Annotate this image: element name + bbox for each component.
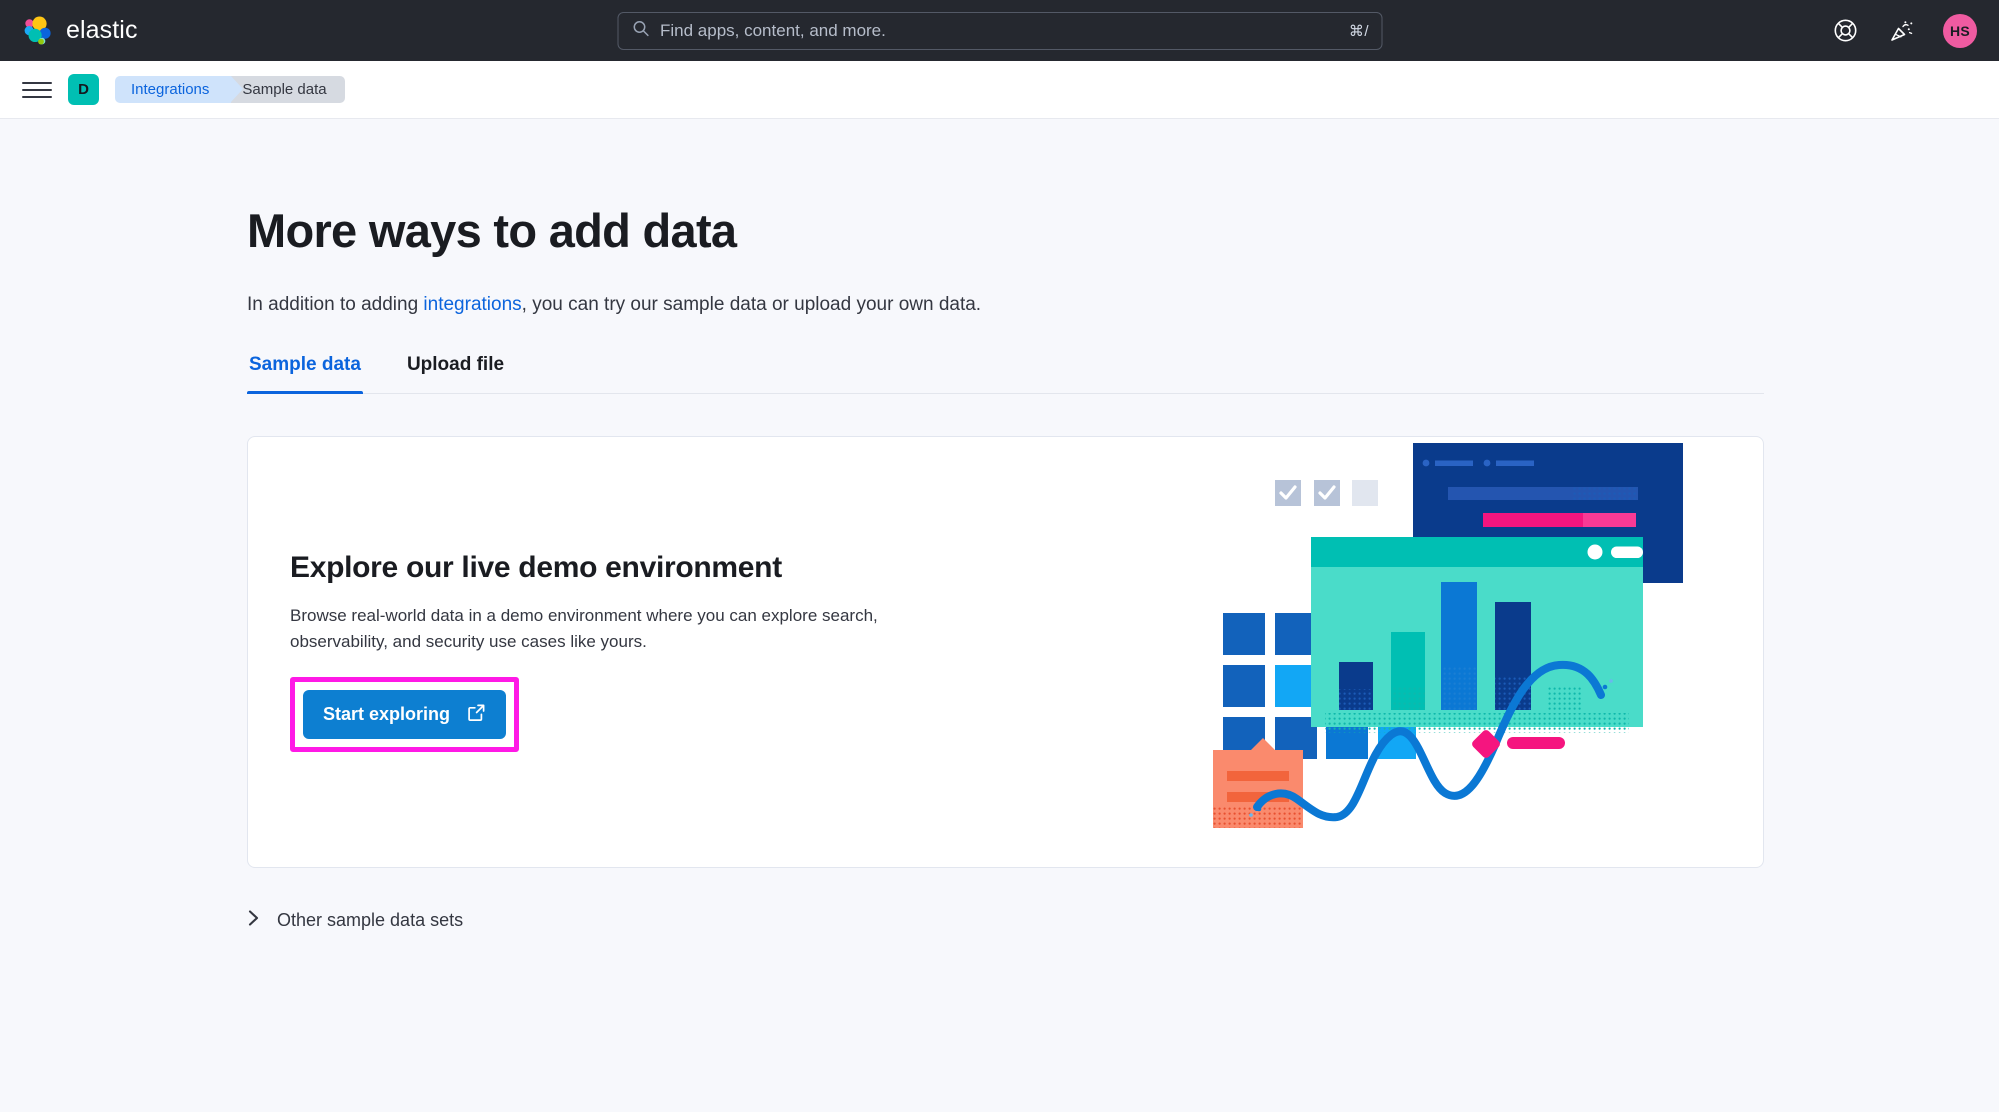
subtitle-text-before: In addition to adding: [247, 293, 424, 315]
start-exploring-button[interactable]: Start exploring: [303, 690, 507, 740]
search-input[interactable]: Find apps, content, and more. ⌘/: [617, 11, 1382, 50]
global-top-bar: elastic Find apps, content, and more. ⌘/: [0, 0, 1999, 61]
search-shortcut-hint: ⌘/: [1348, 22, 1369, 40]
hamburger-line: [22, 95, 52, 98]
search-icon: [632, 20, 649, 42]
page-subtitle: In addition to adding integrations, you …: [247, 257, 1764, 316]
space-badge[interactable]: D: [68, 74, 99, 105]
content-container: More ways to add data In addition to add…: [235, 119, 1764, 933]
avatar[interactable]: HS: [1943, 13, 1977, 48]
checkbox-row-decoration: [1275, 479, 1378, 506]
card-description: Browse real-world data in a demo environ…: [290, 606, 878, 652]
party-popper-icon[interactable]: [1887, 17, 1915, 45]
tab-sample-data[interactable]: Sample data: [247, 354, 363, 394]
demo-environment-card: Explore our live demo environment Browse…: [247, 435, 1764, 868]
breadcrumb-item-integrations[interactable]: Integrations: [115, 76, 244, 103]
accordion-label: Other sample data sets: [277, 909, 464, 930]
data-dashboard-illustration: [1213, 437, 1753, 867]
orange-note-decoration: [1213, 737, 1303, 828]
chevron-right-icon: [247, 908, 261, 933]
hamburger-line: [22, 88, 52, 91]
cta-highlight-box: Start exploring: [290, 677, 520, 753]
start-exploring-label: Start exploring: [323, 704, 451, 725]
card-content: Explore our live demo environment Browse…: [248, 551, 948, 753]
elastic-logo-icon: [22, 16, 54, 46]
global-search[interactable]: Find apps, content, and more. ⌘/: [617, 11, 1382, 50]
page-body: More ways to add data In addition to add…: [0, 119, 1999, 933]
subtitle-text-after: , you can try our sample data or upload …: [521, 293, 982, 315]
bar-chart-window-decoration: [1311, 536, 1643, 733]
search-placeholder: Find apps, content, and more.: [660, 20, 886, 40]
external-link-icon: [467, 703, 486, 727]
breadcrumb-bar: D Integrations Sample data: [0, 61, 1999, 119]
brand-name: elastic: [66, 16, 138, 44]
other-sample-data-sets-accordion[interactable]: Other sample data sets: [247, 908, 463, 933]
tab-upload-file[interactable]: Upload file: [405, 354, 506, 393]
hamburger-menu-icon[interactable]: [22, 75, 52, 105]
card-heading: Explore our live demo environment: [290, 551, 782, 585]
top-bar-actions: HS: [1831, 13, 1977, 48]
breadcrumb: Integrations Sample data: [115, 76, 345, 103]
integrations-link[interactable]: integrations: [423, 294, 521, 315]
page-title: More ways to add data: [247, 204, 737, 257]
lifebuoy-help-icon[interactable]: [1831, 17, 1859, 45]
hamburger-line: [22, 81, 52, 84]
tab-bar: Sample data Upload file: [247, 354, 1764, 394]
elastic-brand[interactable]: elastic: [22, 16, 138, 46]
